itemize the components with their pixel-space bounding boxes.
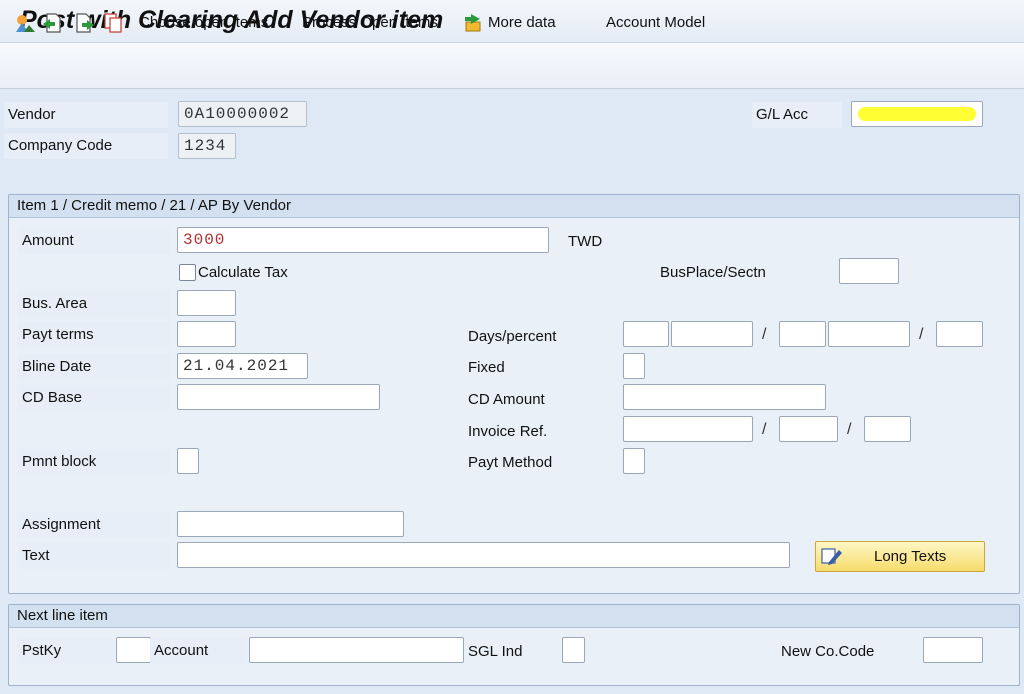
gl-acc-field[interactable] xyxy=(851,101,983,127)
payt-terms-label: Payt terms xyxy=(18,322,170,348)
new-co-code-label: New Co.Code xyxy=(781,643,875,660)
separator-slash: / xyxy=(919,326,924,343)
cd-amount-label: CD Amount xyxy=(468,391,545,408)
busplace-label: BusPlace/Sectn xyxy=(660,264,766,281)
company-code-label: Company Code xyxy=(4,133,168,159)
invoice-ref-label: Invoice Ref. xyxy=(468,423,548,440)
cd-amount-field[interactable] xyxy=(623,384,826,410)
account-model-button[interactable]: Account Model xyxy=(606,14,705,31)
highlight-mark xyxy=(858,107,976,121)
pmnt-block-label: Pmnt block xyxy=(18,449,170,475)
amount-label: Amount xyxy=(18,228,170,254)
previous-icon[interactable] xyxy=(41,12,61,33)
separator-slash: / xyxy=(762,326,767,343)
fixed-field[interactable] xyxy=(623,353,645,379)
percent-field-1[interactable] xyxy=(671,321,753,347)
process-open-items-button[interactable]: Process Open Items xyxy=(302,14,438,31)
next-icon[interactable] xyxy=(74,12,94,33)
assignment-label: Assignment xyxy=(18,512,170,538)
vendor-field[interactable]: 0A10000002 xyxy=(178,101,307,127)
busplace-field[interactable] xyxy=(839,258,899,284)
cd-base-field[interactable] xyxy=(177,384,380,410)
days-field-3[interactable] xyxy=(936,321,983,347)
more-data-icon[interactable] xyxy=(463,12,483,32)
gl-acc-label: G/L Acc xyxy=(752,102,842,128)
cd-base-label: CD Base xyxy=(18,385,170,411)
text-field[interactable] xyxy=(177,542,790,568)
next-line-item-heading: Next line item xyxy=(9,605,1019,628)
text-label: Text xyxy=(18,543,170,569)
edit-pencil-icon xyxy=(821,546,843,570)
overview-icon[interactable] xyxy=(14,12,35,32)
account-label: Account xyxy=(150,638,246,664)
separator-slash: / xyxy=(762,421,767,438)
calculate-tax-checkbox[interactable] xyxy=(179,264,196,281)
more-data-button[interactable]: More data xyxy=(488,14,556,31)
invoice-ref-year-field[interactable] xyxy=(779,416,838,442)
separator-slash: / xyxy=(847,421,852,438)
long-texts-label: Long Texts xyxy=(874,548,947,565)
pmnt-block-field[interactable] xyxy=(177,448,199,474)
pstky-field[interactable] xyxy=(116,637,151,663)
copy-icon[interactable] xyxy=(103,12,123,33)
application-toolbar xyxy=(0,43,1024,89)
sgl-ind-field[interactable] xyxy=(562,637,585,663)
invoice-ref-item-field[interactable] xyxy=(864,416,911,442)
amount-field[interactable]: 3000 xyxy=(177,227,549,253)
invoice-ref-field[interactable] xyxy=(623,416,753,442)
currency-label: TWD xyxy=(568,233,603,250)
fixed-label: Fixed xyxy=(468,359,505,376)
sgl-ind-label: SGL Ind xyxy=(468,643,523,660)
percent-field-2[interactable] xyxy=(828,321,910,347)
long-texts-button[interactable]: Long Texts xyxy=(815,541,985,572)
vendor-label: Vendor xyxy=(4,102,168,128)
company-code-field[interactable]: 1234 xyxy=(178,133,236,159)
days-field-2[interactable] xyxy=(779,321,826,347)
choose-open-items-button[interactable]: Choose open items xyxy=(139,14,268,31)
account-field[interactable] xyxy=(249,637,464,663)
bus-area-field[interactable] xyxy=(177,290,236,316)
bline-date-field[interactable]: 21.04.2021 xyxy=(177,353,308,379)
bus-area-label: Bus. Area xyxy=(18,291,170,317)
new-co-code-field[interactable] xyxy=(923,637,983,663)
payt-method-label: Payt Method xyxy=(468,454,553,471)
payt-terms-field[interactable] xyxy=(177,321,236,347)
calculate-tax-label: Calculate Tax xyxy=(198,264,288,281)
days-field-1[interactable] xyxy=(623,321,669,347)
days-percent-label: Days/percent xyxy=(468,328,557,345)
assignment-field[interactable] xyxy=(177,511,404,537)
item-panel-heading: Item 1 / Credit memo / 21 / AP By Vendor xyxy=(9,195,1019,218)
payt-method-field[interactable] xyxy=(623,448,645,474)
bline-date-label: Bline Date xyxy=(18,354,170,380)
pstky-label: PstKy xyxy=(18,638,114,664)
